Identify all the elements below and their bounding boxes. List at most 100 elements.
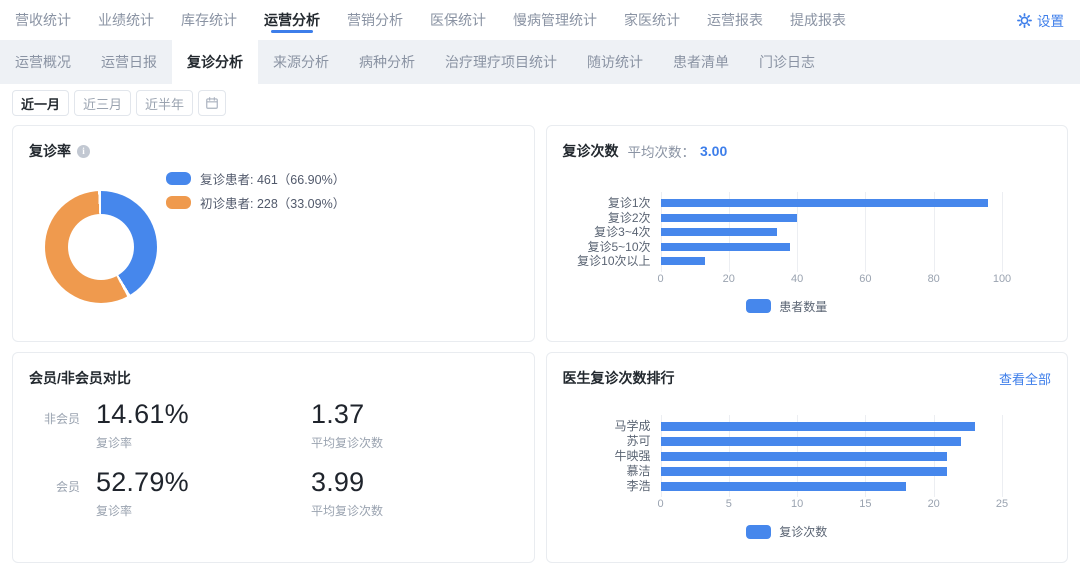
sub-tab[interactable]: 复诊分析 — [172, 40, 258, 84]
card-member-compare: 会员/非会员对比 非会员 14.61% 复诊率 1.37 平均复诊次数 会员 5… — [12, 352, 535, 563]
card-header: 复诊次数 平均次数： 3.00 — [547, 126, 1068, 161]
legend-item[interactable]: 复诊患者: 461（66.90%） — [166, 171, 345, 185]
main-tab[interactable]: 营收统计 — [15, 0, 71, 40]
x-axis-tick-label: 10 — [791, 498, 803, 510]
group-label: 非会员 — [25, 410, 80, 427]
doctor-rank-bar-chart: 马学成苏可牛映强慕洁李浩0510152025复诊次数 — [563, 419, 1052, 540]
card-title: 医生复诊次数排行 — [563, 368, 675, 388]
main-tab[interactable]: 提成报表 — [790, 0, 846, 40]
card-title: 会员/非会员对比 — [29, 368, 131, 388]
view-all-link[interactable]: 查看全部 — [999, 369, 1051, 388]
stat-value: 14.61% — [96, 399, 189, 430]
main-tab[interactable]: 运营报表 — [707, 0, 763, 40]
stat-label: 平均复诊次数 — [311, 434, 383, 451]
x-axis-tick-label: 100 — [993, 273, 1011, 285]
settings-button[interactable]: 设置 — [1017, 10, 1064, 30]
bar — [661, 199, 989, 207]
stat-revisit-rate: 14.61% 复诊率 — [96, 399, 189, 451]
x-axis-tick-label: 0 — [657, 273, 663, 285]
stat-value: 3.99 — [311, 467, 383, 498]
sub-tab[interactable]: 门诊日志 — [744, 40, 830, 84]
sub-tab[interactable]: 患者清单 — [658, 40, 744, 84]
legend-swatch — [746, 525, 771, 539]
card-revisit-count: 复诊次数 平均次数： 3.00 复诊1次复诊2次复诊3~4次复诊5~10次复诊1… — [546, 125, 1069, 342]
legend-item[interactable]: 初诊患者: 228（33.09%） — [166, 195, 345, 209]
range-button[interactable]: 近一月 — [12, 90, 69, 116]
x-axis-tick-label: 25 — [996, 498, 1008, 510]
dashboard-grid: 复诊率 i 复诊患者: 461（66.90%） 初诊患者: 228（33.09%… — [0, 118, 1080, 563]
sub-tab[interactable]: 随访统计 — [572, 40, 658, 84]
chart-legend[interactable]: 患者数量 — [563, 298, 1012, 315]
card-header: 复诊率 i — [13, 126, 534, 161]
x-axis-tick-label: 40 — [791, 273, 803, 285]
stat-value: 52.79% — [96, 467, 189, 498]
legend-label: 初诊患者: 228（33.09%） — [200, 193, 345, 212]
legend-swatch — [166, 196, 191, 209]
donut-legend: 复诊患者: 461（66.90%） 初诊患者: 228（33.09%） — [166, 171, 345, 219]
bar-category-label: 复诊5~10次 — [563, 240, 651, 255]
card-title: 复诊次数 — [563, 141, 619, 161]
sub-tab[interactable]: 运营日报 — [86, 40, 172, 84]
x-axis-tick-label: 0 — [657, 498, 663, 510]
calendar-icon — [205, 96, 219, 110]
sub-tab-list: 运营概况运营日报复诊分析来源分析病种分析治疗理疗项目统计随访统计患者清单门诊日志 — [0, 40, 1080, 84]
card-revisit-rate: 复诊率 i 复诊患者: 461（66.90%） 初诊患者: 228（33.09%… — [12, 125, 535, 342]
main-tab[interactable]: 营销分析 — [347, 0, 403, 40]
range-button[interactable]: 近半年 — [136, 90, 193, 116]
bar-category-label: 复诊10次以上 — [563, 254, 651, 269]
main-tab[interactable]: 运营分析 — [264, 0, 320, 40]
bar — [661, 422, 975, 431]
main-tab[interactable]: 库存统计 — [181, 0, 237, 40]
main-tab[interactable]: 业绩统计 — [98, 0, 154, 40]
gridline — [1002, 192, 1003, 272]
bar — [661, 452, 948, 461]
bar-category-label: 慕洁 — [563, 464, 651, 479]
settings-label: 设置 — [1037, 10, 1064, 30]
range-button[interactable]: 近三月 — [74, 90, 131, 116]
main-tab[interactable]: 医保统计 — [430, 0, 486, 40]
main-tab[interactable]: 家医统计 — [624, 0, 680, 40]
bar-category-label: 马学成 — [563, 419, 651, 434]
bar-category-label: 牛映强 — [563, 449, 651, 464]
card-title: 复诊率 — [29, 141, 71, 161]
top-navigation: 营收统计业绩统计库存统计运营分析营销分析医保统计慢病管理统计家医统计运营报表提成… — [0, 0, 1080, 40]
stat-label: 复诊率 — [96, 502, 189, 519]
bar — [661, 467, 948, 476]
bar-category-label: 苏可 — [563, 434, 651, 449]
legend-swatch — [166, 172, 191, 185]
legend-label: 患者数量 — [779, 298, 827, 315]
x-axis-tick-label: 20 — [723, 273, 735, 285]
sub-tab[interactable]: 病种分析 — [344, 40, 430, 84]
sub-tab[interactable]: 来源分析 — [258, 40, 344, 84]
stat-label: 平均复诊次数 — [311, 502, 383, 519]
range-button-group: 近一月近三月近半年 — [12, 90, 193, 116]
card-header: 医生复诊次数排行 — [547, 353, 1068, 388]
stat-revisit-rate: 52.79% 复诊率 — [96, 467, 189, 519]
card-header: 会员/非会员对比 — [13, 353, 534, 388]
member-stats-row: 会员 52.79% 复诊率 3.99 平均复诊次数 — [13, 467, 534, 531]
calendar-button[interactable] — [198, 90, 226, 116]
date-range-filter: 近一月近三月近半年 — [0, 84, 1080, 118]
non-member-stats-row: 非会员 14.61% 复诊率 1.37 平均复诊次数 — [13, 399, 534, 463]
bar — [661, 437, 962, 446]
revisit-rate-donut-chart — [45, 191, 157, 303]
sub-tab[interactable]: 运营概况 — [0, 40, 86, 84]
bar-category-label: 复诊2次 — [563, 211, 651, 226]
bar — [661, 214, 798, 222]
chart-legend[interactable]: 复诊次数 — [563, 523, 1012, 540]
revisit-count-bar-chart: 复诊1次复诊2次复诊3~4次复诊5~10次复诊10次以上020406080100… — [563, 196, 1052, 315]
main-tab[interactable]: 慢病管理统计 — [513, 0, 597, 40]
gridline — [1002, 415, 1003, 497]
card-doctor-rank: 医生复诊次数排行 查看全部 马学成苏可牛映强慕洁李浩0510152025复诊次数 — [546, 352, 1069, 563]
legend-swatch — [746, 299, 771, 313]
legend-label: 复诊次数 — [779, 523, 827, 540]
bar — [661, 482, 907, 491]
x-axis-tick-label: 5 — [726, 498, 732, 510]
stat-average-visits: 1.37 平均复诊次数 — [311, 399, 383, 451]
sub-tab[interactable]: 治疗理疗项目统计 — [430, 40, 572, 84]
bar — [661, 257, 705, 265]
x-axis-tick-label: 80 — [928, 273, 940, 285]
bar-category-label: 复诊3~4次 — [563, 225, 651, 240]
x-axis-tick-label: 15 — [859, 498, 871, 510]
info-icon[interactable]: i — [77, 145, 90, 158]
